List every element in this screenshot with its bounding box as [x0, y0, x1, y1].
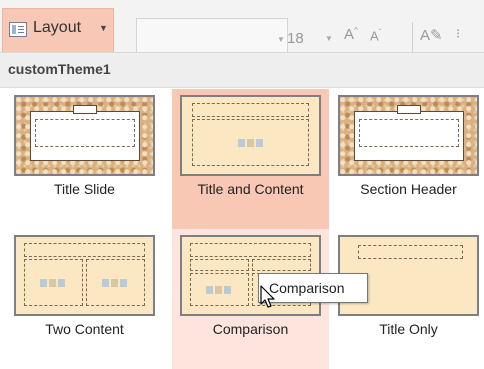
- title-placeholder: [190, 243, 311, 257]
- increase-font-icon[interactable]: A^: [344, 26, 358, 43]
- layout-two-content[interactable]: Two Content: [6, 229, 163, 369]
- title-placeholder: [24, 243, 145, 257]
- layout-gallery: customTheme1 Title Slide Title and Conte…: [0, 52, 484, 369]
- layout-label: Title and Content: [197, 181, 304, 197]
- content-icons: [102, 277, 128, 289]
- layout-label: Title Only: [379, 321, 438, 337]
- title-panel: [30, 111, 140, 161]
- title-placeholder: [358, 245, 463, 259]
- layout-thumbnail: [14, 95, 155, 176]
- ribbon-strip: Layout ▼ ▼ 18 ▼ A^ Aˇ A✎ ⁝: [0, 0, 484, 52]
- more-icon[interactable]: ⁝: [456, 26, 460, 42]
- chevron-down-icon: ▼: [99, 23, 108, 33]
- content-icons: [206, 284, 232, 296]
- layout-title-slide[interactable]: Title Slide: [6, 89, 163, 229]
- layout-label: Two Content: [45, 321, 124, 337]
- font-size-value: 18: [287, 30, 304, 47]
- section-tab: [397, 105, 421, 114]
- layout-thumbnail: [14, 235, 155, 316]
- content-icons: [238, 137, 264, 149]
- layout-title-and-content[interactable]: Title and Content: [172, 89, 329, 229]
- decrease-font-icon[interactable]: Aˇ: [370, 28, 381, 43]
- content-icons: [40, 277, 66, 289]
- title-tab: [73, 105, 97, 114]
- layout-label: Title Slide: [54, 181, 115, 197]
- layout-label: Section Header: [360, 181, 457, 197]
- layout-thumbnail: [338, 95, 479, 176]
- left-heading-placeholder: [190, 259, 249, 271]
- font-name-box[interactable]: ▼: [136, 18, 288, 52]
- right-heading-placeholder: [252, 259, 311, 271]
- clear-format-icon[interactable]: A✎: [420, 26, 443, 44]
- layout-section-header[interactable]: Section Header: [330, 89, 484, 229]
- layout-button-label: Layout: [33, 19, 82, 36]
- mouse-pointer-icon: [260, 285, 275, 308]
- theme-header: customTheme1: [0, 53, 484, 88]
- section-placeholder: [359, 119, 459, 147]
- chevron-down-icon[interactable]: ▼: [325, 34, 333, 43]
- layout-icon: [9, 22, 27, 37]
- theme-name: customTheme1: [8, 61, 111, 77]
- title-placeholder: [35, 119, 135, 147]
- layout-thumbnail: [180, 95, 321, 176]
- font-size-box[interactable]: 18 ▼: [279, 18, 337, 52]
- layout-button[interactable]: Layout ▼: [2, 8, 114, 52]
- tooltip-text: Comparison: [269, 280, 345, 296]
- title-placeholder: [192, 103, 309, 117]
- layout-label: Comparison: [212, 321, 289, 337]
- section-panel: [354, 111, 464, 161]
- ribbon-separator: [412, 22, 413, 52]
